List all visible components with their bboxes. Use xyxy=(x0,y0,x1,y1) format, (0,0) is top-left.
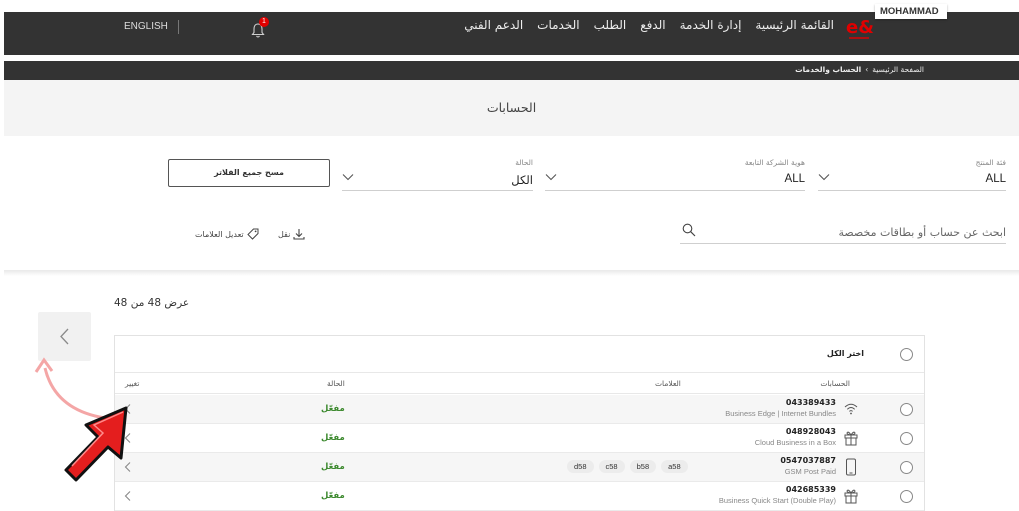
top-navigation-bar: ENGLISH 1 القائمة الرئيسية إدارة الخدمة … xyxy=(4,12,1019,55)
table-header: الحسابات العلامات الحالة تغيير xyxy=(115,373,924,394)
tag-chip[interactable]: d58 xyxy=(567,460,594,473)
chevron-down-icon xyxy=(342,174,354,181)
row-select-radio[interactable] xyxy=(900,432,913,445)
clear-filters-button[interactable]: مسح جميع الفلاتر xyxy=(168,159,330,187)
notification-badge: 1 xyxy=(259,17,269,27)
status-badge: مفعّل xyxy=(321,433,345,443)
tag-list: d58 c58 b58 a58 xyxy=(567,460,688,473)
chevron-left-icon[interactable] xyxy=(122,461,134,473)
status-badge: مفعّل xyxy=(321,404,345,414)
account-number: 0547037887 xyxy=(780,456,836,465)
tag-chip[interactable]: a58 xyxy=(661,460,688,473)
results-count: عرض 48 من 48 xyxy=(114,297,190,309)
filter-label: هوية الشركة التابعة xyxy=(744,158,805,167)
breadcrumb-home[interactable]: الصفحة الرئيسية xyxy=(872,65,924,74)
notifications-button[interactable]: 1 xyxy=(251,17,269,39)
product-category-filter[interactable]: فئة المنتج ALL xyxy=(818,157,1006,191)
gift-box-icon xyxy=(844,431,858,446)
select-all-row: اختر الكل xyxy=(115,336,924,373)
svg-text:e&: e& xyxy=(846,17,874,38)
tag-chip[interactable]: c58 xyxy=(598,460,625,473)
filter-value: ALL xyxy=(985,173,1006,185)
header-tags: العلامات xyxy=(655,379,681,388)
page-title: الحسابات xyxy=(486,100,537,115)
row-select-radio[interactable] xyxy=(900,403,913,416)
wifi-icon xyxy=(844,403,858,415)
download-label: نقل xyxy=(278,229,291,239)
header-change: تغيير xyxy=(125,379,140,388)
chevron-down-icon xyxy=(545,174,557,181)
chevron-left-icon[interactable] xyxy=(122,490,134,502)
annotation-arrowhead xyxy=(34,357,54,373)
account-description: Cloud Business in a Box xyxy=(754,438,836,447)
nav-item-service-management[interactable]: إدارة الخدمة xyxy=(680,18,742,32)
status-filter[interactable]: الحالة الكل xyxy=(342,157,533,191)
annotation-arrow xyxy=(43,367,106,420)
chevron-left-icon[interactable] xyxy=(122,432,134,444)
accounts-table: اختر الكل الحسابات العلامات الحالة تغيير… xyxy=(114,335,925,511)
user-menu[interactable]: MOHAMMAD xyxy=(875,4,947,19)
chevron-left-icon xyxy=(60,328,69,345)
tag-icon xyxy=(246,228,259,240)
gift-box-icon xyxy=(844,489,858,504)
nav-item-services[interactable]: الخدمات xyxy=(537,18,579,32)
search-placeholder: ابحث عن حساب أو بطاقات مخصصة xyxy=(838,226,1007,239)
filter-value: الكل xyxy=(511,175,533,187)
download-icon xyxy=(293,229,305,240)
header-status: الحالة xyxy=(327,379,345,388)
chevron-down-icon xyxy=(818,174,830,181)
table-row[interactable]: 042685339 Business Quick Start (Double P… xyxy=(115,482,924,511)
search-input[interactable]: ابحث عن حساب أو بطاقات مخصصة xyxy=(680,220,1006,244)
edit-tags-label: تعديل العلامات xyxy=(195,229,244,239)
search-icon xyxy=(682,223,696,237)
row-select-radio[interactable] xyxy=(900,461,913,474)
tag-chip[interactable]: b58 xyxy=(629,460,657,473)
affiliate-company-filter[interactable]: هوية الشركة التابعة ALL xyxy=(545,157,805,191)
table-row[interactable]: 043389433 Business Edge | Internet Bundl… xyxy=(115,395,924,424)
brand-logo[interactable]: e& xyxy=(844,14,876,46)
section-divider xyxy=(4,270,1019,276)
account-description: Business Edge | Internet Bundles xyxy=(725,409,836,418)
nav-item-payment[interactable]: الدفع xyxy=(640,18,665,32)
download-button[interactable]: نقل xyxy=(278,228,305,240)
table-row[interactable]: 048928043 Cloud Business in a Box مفعّل xyxy=(115,424,924,453)
filter-label: فئة المنتج xyxy=(975,158,1006,167)
status-badge: مفعّل xyxy=(321,462,345,472)
edit-tags-button[interactable]: تعديل العلامات xyxy=(195,228,259,240)
account-number: 042685339 xyxy=(785,485,836,494)
header-accounts: الحسابات xyxy=(820,379,850,388)
table-row[interactable]: 0547037887 GSM Post Paid d58 c58 b58 a58… xyxy=(115,453,924,482)
account-number: 048928043 xyxy=(785,427,836,436)
language-switch[interactable]: ENGLISH xyxy=(124,20,179,34)
select-all-radio[interactable] xyxy=(900,348,913,361)
breadcrumb: الصفحة الرئيسية › الحساب والخدمات xyxy=(4,61,1019,80)
page-title-bar: الحسابات xyxy=(4,80,1019,136)
nav-item-home[interactable]: القائمة الرئيسية xyxy=(755,18,834,32)
breadcrumb-current: الحساب والخدمات xyxy=(795,65,862,74)
status-badge: مفعّل xyxy=(321,491,345,501)
filter-value: ALL xyxy=(784,173,805,185)
filter-label: الحالة xyxy=(515,158,533,167)
main-nav: القائمة الرئيسية إدارة الخدمة الدفع الطل… xyxy=(464,18,834,32)
chevron-left-icon[interactable] xyxy=(122,403,134,415)
account-description: Business Quick Start (Double Play) xyxy=(718,496,836,505)
select-all-label[interactable]: اختر الكل xyxy=(827,349,864,358)
row-select-radio[interactable] xyxy=(900,490,913,503)
account-description: GSM Post Paid xyxy=(784,467,836,476)
collapse-panel-button[interactable] xyxy=(38,312,91,361)
mobile-phone-icon xyxy=(846,458,856,476)
breadcrumb-separator: › xyxy=(865,65,869,74)
account-number: 043389433 xyxy=(785,398,836,407)
nav-item-order[interactable]: الطلب xyxy=(594,18,627,32)
nav-item-support[interactable]: الدعم الفني xyxy=(464,18,523,32)
